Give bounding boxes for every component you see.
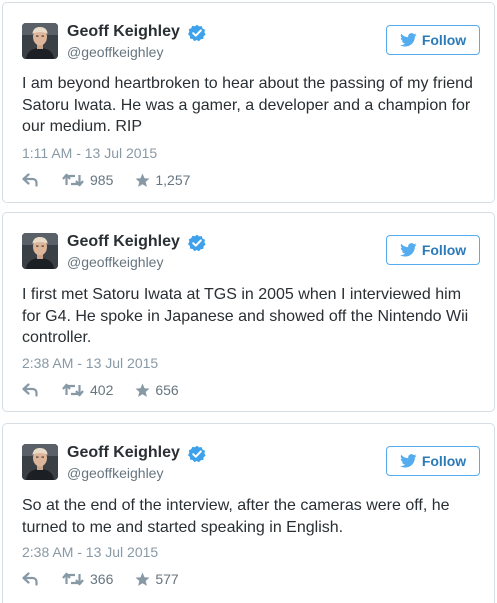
retweet-count: 366 bbox=[90, 571, 114, 587]
tweet-timestamp[interactable]: 1:11 AM - 13 Jul 2015 bbox=[22, 145, 157, 161]
tweet-text: I first met Satoru Iwata at TGS in 2005 … bbox=[22, 286, 469, 346]
retweet-button[interactable]: 366 bbox=[62, 571, 113, 587]
avatar[interactable] bbox=[22, 233, 58, 269]
tweet-text: So at the end of the interview, after th… bbox=[22, 497, 450, 536]
tweet-card: Geoff Keighley @geoffkeighley Follow I f… bbox=[2, 212, 495, 412]
author-name[interactable]: Geoff Keighley bbox=[67, 233, 180, 251]
follow-label: Follow bbox=[421, 453, 467, 469]
star-icon bbox=[135, 383, 150, 397]
reply-button[interactable] bbox=[22, 572, 62, 586]
favorite-button[interactable]: 577 bbox=[135, 571, 179, 587]
retweet-button[interactable]: 402 bbox=[62, 382, 113, 398]
star-icon bbox=[135, 173, 150, 187]
retweet-button[interactable]: 985 bbox=[62, 172, 113, 188]
author-handle[interactable]: @geoffkeighley bbox=[67, 254, 163, 270]
retweet-count: 985 bbox=[90, 172, 114, 188]
reply-arrow-icon bbox=[22, 173, 38, 187]
author-handle[interactable]: @geoffkeighley bbox=[67, 465, 163, 481]
favorite-button[interactable]: 1,257 bbox=[135, 172, 190, 188]
reply-arrow-icon bbox=[22, 383, 38, 397]
verified-badge-icon bbox=[188, 234, 206, 252]
tweet-actions: 985 1,257 bbox=[22, 170, 190, 190]
tweet-actions: 366 577 bbox=[22, 569, 179, 589]
favorite-button[interactable]: 656 bbox=[135, 382, 179, 398]
tweet-text: I am beyond heartbroken to hear about th… bbox=[22, 75, 473, 135]
reply-arrow-icon bbox=[22, 572, 38, 586]
tweet-timestamp[interactable]: 2:38 AM - 13 Jul 2015 bbox=[22, 355, 158, 371]
verified-badge-icon bbox=[188, 445, 206, 463]
tweet-timestamp[interactable]: 2:38 AM - 13 Jul 2015 bbox=[22, 544, 158, 560]
twitter-bird-icon bbox=[399, 454, 417, 468]
star-icon bbox=[135, 572, 150, 586]
avatar[interactable] bbox=[22, 444, 58, 480]
twitter-bird-icon bbox=[399, 243, 417, 257]
author-name[interactable]: Geoff Keighley bbox=[67, 444, 180, 462]
verified-badge-icon bbox=[188, 24, 206, 42]
tweet-card: Geoff Keighley @geoffkeighley Follow So … bbox=[2, 423, 495, 603]
retweet-arrows-icon bbox=[62, 173, 84, 187]
twitter-bird-icon bbox=[399, 33, 417, 47]
reply-button[interactable] bbox=[22, 383, 62, 397]
favorite-count: 577 bbox=[155, 571, 179, 587]
reply-button[interactable] bbox=[22, 173, 62, 187]
author-handle[interactable]: @geoffkeighley bbox=[67, 44, 163, 60]
follow-label: Follow bbox=[421, 32, 467, 48]
retweet-count: 402 bbox=[90, 382, 114, 398]
retweet-arrows-icon bbox=[62, 383, 84, 397]
tweet-card: Geoff Keighley @geoffkeighley Follow I a… bbox=[2, 2, 495, 203]
follow-button[interactable]: Follow bbox=[386, 25, 480, 55]
follow-label: Follow bbox=[421, 242, 467, 258]
favorite-count: 1,257 bbox=[155, 172, 191, 188]
favorite-count: 656 bbox=[155, 382, 179, 398]
author-name[interactable]: Geoff Keighley bbox=[67, 23, 180, 41]
tweet-actions: 402 656 bbox=[22, 380, 179, 400]
follow-button[interactable]: Follow bbox=[386, 235, 480, 265]
avatar[interactable] bbox=[22, 23, 58, 59]
retweet-arrows-icon bbox=[62, 572, 84, 586]
follow-button[interactable]: Follow bbox=[386, 446, 480, 476]
